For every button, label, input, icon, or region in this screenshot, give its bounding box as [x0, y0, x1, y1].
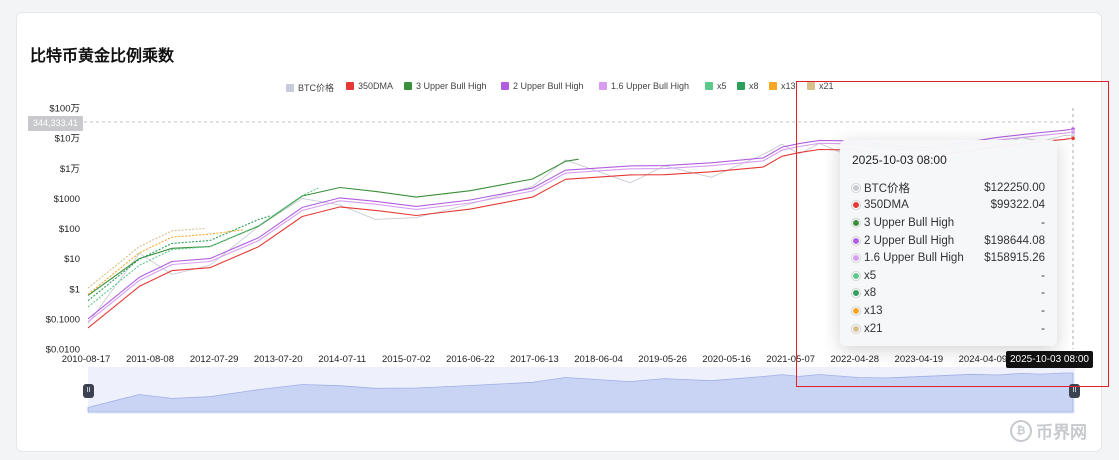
x-tick-label: 2024-04-09 — [959, 354, 1008, 365]
tooltip-row: x5 - — [852, 267, 1045, 285]
tooltip-series-dot — [852, 183, 860, 192]
tooltip-row: x21 - — [852, 320, 1045, 338]
series-line — [87, 215, 270, 302]
slider-right-handle[interactable]: II — [1069, 384, 1080, 398]
tooltip-row: 2 Upper Bull High $198644.08 — [852, 232, 1045, 250]
tooltip-series-value: - — [1041, 269, 1045, 282]
x-tick-label: 2016-06-22 — [446, 354, 495, 365]
tooltip-series-value: $158915.26 — [984, 252, 1045, 265]
tooltip-series-name: x21 — [864, 322, 883, 335]
x-tick-label: 2020-05-16 — [702, 354, 751, 365]
x-tick-label: 2014-07-11 — [318, 354, 366, 365]
series-end-marker — [1070, 135, 1076, 141]
x-tick-label: 2011-08-08 — [126, 354, 174, 365]
y-tick-label: $10 — [64, 254, 80, 265]
x-tick-label: 2013-07-20 — [254, 354, 303, 365]
series-end-marker — [1070, 129, 1076, 135]
tooltip-series-dot — [852, 218, 860, 227]
tooltip-row: x8 - — [852, 285, 1045, 303]
tooltip-series-name: 1.6 Upper Bull High — [864, 252, 964, 265]
x-tick-label: 2019-05-26 — [638, 354, 687, 365]
tooltip-row: 3 Upper Bull High - — [852, 214, 1045, 232]
tooltip-series-dot — [852, 254, 860, 263]
watermark-text: 币界网 — [1036, 423, 1087, 442]
x-tick-label: 2010-08-17 — [62, 354, 111, 365]
tooltip-row: 350DMA $99322.04 — [852, 197, 1045, 215]
tooltip-row: BTC价格 $122250.00 — [852, 179, 1045, 197]
tooltip-series-value: - — [1041, 322, 1045, 335]
tooltip-series-name: 3 Upper Bull High — [864, 216, 955, 229]
series-line — [87, 158, 579, 296]
y-tick-label: $1万 — [60, 164, 80, 175]
tooltip-rows: BTC价格 $122250.00 350DMA $99322.04 3 Upper Bu… — [852, 179, 1045, 337]
tooltip-date: 2025-10-03 08:00 — [852, 153, 947, 167]
tooltip-series-dot — [852, 236, 860, 245]
crosshair-y-label: 344,333.41 — [28, 116, 84, 131]
tooltip-series-name: 350DMA — [864, 199, 909, 212]
tooltip-series-name: 2 Upper Bull High — [864, 234, 955, 247]
tooltip-series-value: - — [1041, 287, 1045, 300]
tooltip-series-value: $99322.04 — [990, 199, 1045, 212]
tooltip-series-dot — [852, 289, 860, 298]
y-tick-label: $1 — [69, 284, 80, 295]
y-tick-label: $100万 — [49, 104, 80, 115]
tooltip-series-dot — [852, 271, 860, 280]
y-tick-label: $1000 — [54, 194, 80, 205]
tooltip: 2025-10-03 08:00 BTC价格 $122250.00 350DMA $9… — [840, 140, 1057, 346]
tooltip-row: x13 - — [852, 302, 1045, 320]
slider-left-handle[interactable]: II — [83, 384, 94, 398]
tooltip-series-name: x5 — [864, 269, 877, 282]
x-tick-label: 2017-06-13 — [510, 354, 559, 365]
bitcoin-coin-icon: ₿ — [1010, 419, 1032, 442]
tooltip-series-value: - — [1041, 216, 1045, 229]
x-tick-label: 2018-06-04 — [574, 354, 623, 365]
x-tick-label: 2023-04-19 — [895, 354, 944, 365]
tooltip-series-value: $198644.08 — [984, 234, 1045, 247]
y-tick-label: $10万 — [55, 134, 80, 145]
tooltip-series-value: $122250.00 — [984, 181, 1045, 194]
y-tick-label: $100 — [59, 224, 80, 235]
x-tick-label: 2015-07-02 — [382, 354, 431, 365]
x-tick-label: 2022-04-28 — [830, 354, 879, 365]
x-tick-label: 2012-07-29 — [190, 354, 239, 365]
tooltip-row: 1.6 Upper Bull High $158915.26 — [852, 249, 1045, 267]
y-tick-label: $0.1000 — [46, 314, 80, 325]
tooltip-series-name: BTC价格 — [864, 182, 910, 195]
watermark: ₿ 币界网 — [1010, 418, 1087, 443]
tooltip-series-name: x8 — [864, 287, 877, 300]
series-line — [87, 187, 319, 308]
tooltip-series-name: x13 — [864, 304, 883, 317]
tooltip-series-dot — [852, 324, 860, 333]
tooltip-series-value: - — [1041, 304, 1045, 317]
tooltip-series-dot — [852, 306, 860, 315]
x-tick-label: 2021-05-07 — [766, 354, 815, 365]
tooltip-series-dot — [852, 201, 860, 210]
crosshair-x-label: 2025-10-03 08:00 — [1006, 351, 1093, 368]
series-line — [87, 229, 243, 295]
